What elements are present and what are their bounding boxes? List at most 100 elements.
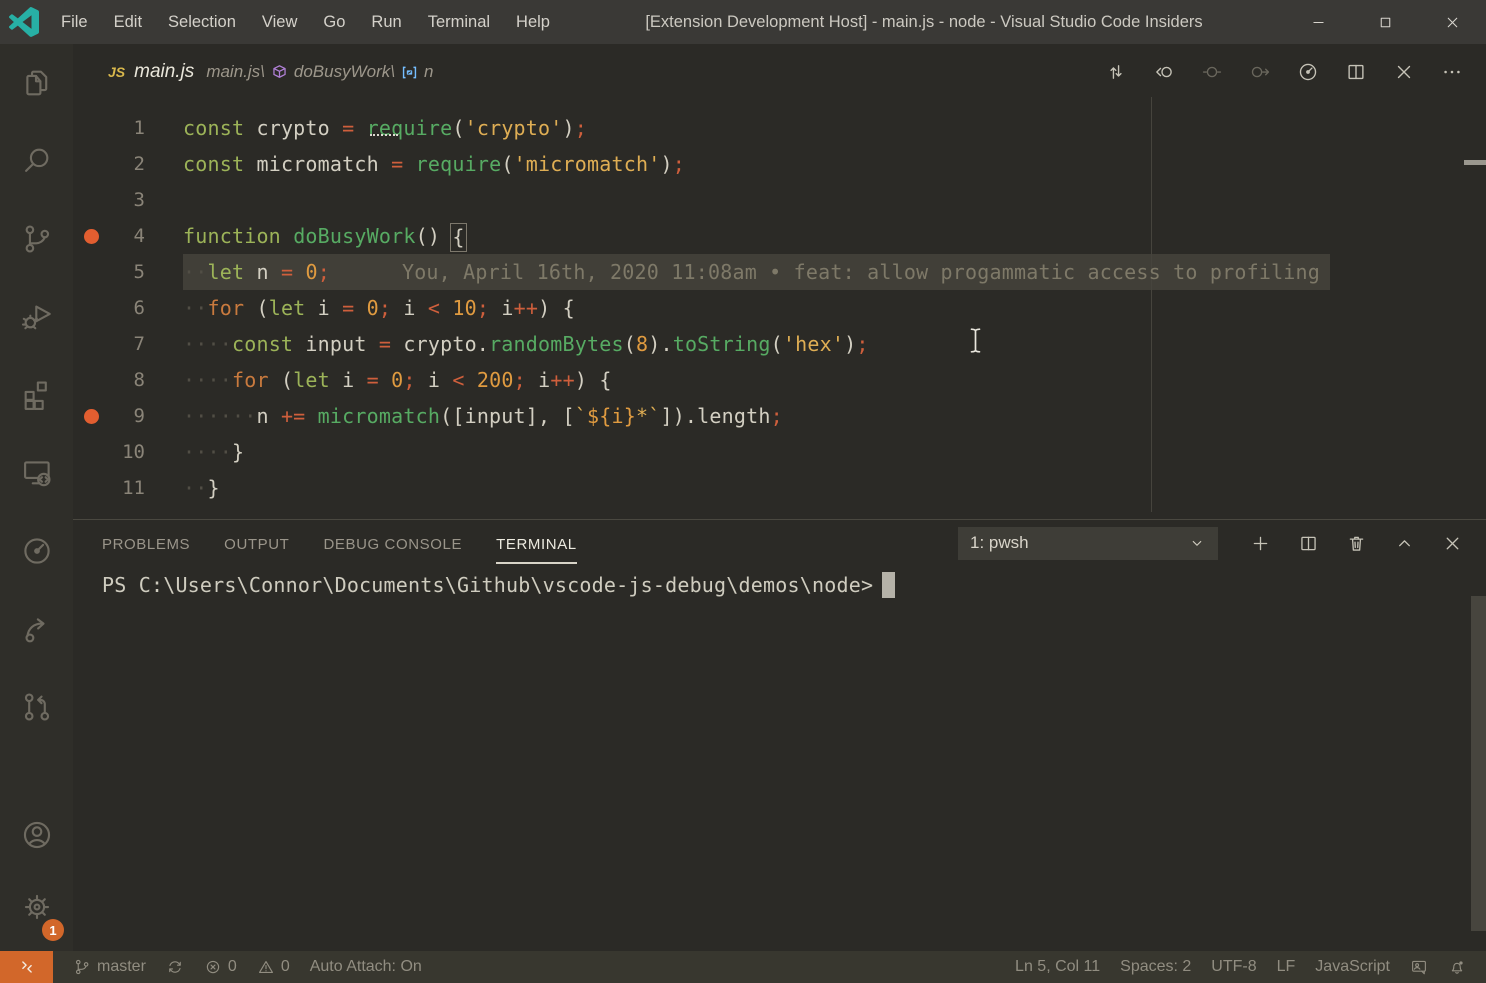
terminal-scrollbar[interactable] bbox=[1471, 596, 1486, 931]
terminal[interactable]: PS C:\Users\Connor\Documents\Github\vsco… bbox=[102, 566, 1486, 599]
explorer-icon bbox=[20, 66, 54, 100]
editor-actions bbox=[1092, 52, 1486, 92]
panel-tab-debug-console[interactable]: DEBUG CONSOLE bbox=[323, 523, 462, 564]
window-close-button[interactable] bbox=[1419, 0, 1486, 44]
chevron-down-icon bbox=[1188, 534, 1206, 552]
status-warning-count[interactable]: 0 bbox=[247, 951, 300, 983]
editor-action-run-profile-icon[interactable] bbox=[1284, 52, 1332, 92]
code-line-6[interactable]: 6··for (let i = 0; i < 10; i++) { bbox=[73, 290, 1486, 326]
activity-accounts-icon[interactable] bbox=[0, 799, 73, 871]
editor-action-more-actions-icon[interactable] bbox=[1428, 52, 1476, 92]
panel-tab-terminal[interactable]: TERMINAL bbox=[496, 523, 577, 564]
activity-extensions-icon[interactable] bbox=[0, 356, 73, 434]
terminal-selector-dropdown[interactable]: 1: pwsh bbox=[958, 527, 1218, 560]
code-line-10[interactable]: 10····} bbox=[73, 434, 1486, 470]
breadcrumb-segment[interactable]: doBusyWork\ bbox=[294, 62, 395, 82]
code-line-7[interactable]: 7····const input = crypto.randomBytes(8)… bbox=[73, 326, 1486, 362]
gutter[interactable]: 8 bbox=[73, 362, 183, 398]
breakpoint-indicator[interactable] bbox=[84, 409, 99, 424]
panel-tab-problems[interactable]: PROBLEMS bbox=[102, 523, 190, 564]
activity-settings-gear-icon[interactable]: 1 bbox=[0, 871, 73, 943]
code-line-11[interactable]: 11··} bbox=[73, 470, 1486, 506]
activity-search-icon[interactable] bbox=[0, 122, 73, 200]
code-line-8[interactable]: 8····for (let i = 0; i < 200; i++) { bbox=[73, 362, 1486, 398]
editor-action-previous-change-icon[interactable] bbox=[1140, 52, 1188, 92]
activity-run-debug-icon[interactable] bbox=[0, 278, 73, 356]
breadcrumb-segment[interactable]: n bbox=[424, 62, 433, 82]
performance-profile-icon bbox=[20, 534, 54, 568]
status-sync-status[interactable] bbox=[156, 951, 194, 983]
maximize-panel-icon bbox=[1394, 533, 1415, 554]
line-number: 7 bbox=[134, 326, 145, 362]
gutter[interactable]: 10 bbox=[73, 434, 183, 470]
menu-selection[interactable]: Selection bbox=[155, 0, 249, 44]
status-indentation[interactable]: Spaces: 2 bbox=[1110, 951, 1201, 983]
status-branch-status[interactable]: master bbox=[63, 951, 156, 983]
editor-action-compare-changes-icon[interactable] bbox=[1092, 52, 1140, 92]
menu-terminal[interactable]: Terminal bbox=[415, 0, 503, 44]
gutter[interactable]: 1 bbox=[73, 110, 183, 146]
gutter[interactable]: 3 bbox=[73, 182, 183, 218]
gutter[interactable]: 9 bbox=[73, 398, 183, 434]
panel-action-split-terminal-icon[interactable] bbox=[1284, 525, 1332, 561]
status-notifications[interactable] bbox=[1438, 951, 1476, 983]
compare-changes-icon bbox=[1105, 61, 1127, 83]
menu-file[interactable]: File bbox=[48, 0, 101, 44]
gutter[interactable]: 4 bbox=[73, 218, 183, 254]
menu-help[interactable]: Help bbox=[503, 0, 563, 44]
panel-action-close-panel-icon[interactable] bbox=[1428, 525, 1476, 561]
panel-tab-output[interactable]: OUTPUT bbox=[224, 523, 289, 564]
pull-requests-icon bbox=[20, 690, 54, 724]
gutter[interactable]: 11 bbox=[73, 470, 183, 506]
editor-action-current-change-icon[interactable] bbox=[1188, 52, 1236, 92]
code-line-1[interactable]: 1const crypto = require('crypto'); bbox=[73, 110, 1486, 146]
menu-edit[interactable]: Edit bbox=[101, 0, 155, 44]
activity-pull-requests-icon[interactable] bbox=[0, 668, 73, 746]
tab-main-js[interactable]: JS main.js bbox=[108, 61, 194, 83]
breadcrumb: main.js\ doBusyWork\ n bbox=[206, 62, 433, 82]
breakpoint-indicator[interactable] bbox=[84, 229, 99, 244]
editor[interactable]: 1const crypto = require('crypto');2const… bbox=[73, 100, 1486, 519]
breadcrumb-segment[interactable]: main.js\ bbox=[206, 62, 265, 82]
activity-source-control-icon[interactable] bbox=[0, 200, 73, 278]
editor-action-split-editor-icon[interactable] bbox=[1332, 52, 1380, 92]
activity-performance-profile-icon[interactable] bbox=[0, 512, 73, 590]
status-encoding[interactable]: UTF-8 bbox=[1201, 951, 1266, 983]
status-auto-attach[interactable]: Auto Attach: On bbox=[300, 951, 432, 983]
window-minimize-button[interactable] bbox=[1285, 0, 1352, 44]
gutter[interactable]: 6 bbox=[73, 290, 183, 326]
panel-tabs: PROBLEMS OUTPUT DEBUG CONSOLE TERMINAL bbox=[102, 523, 577, 564]
gutter[interactable]: 7 bbox=[73, 326, 183, 362]
code-line-9[interactable]: 9······n += micromatch([input], [`${i}*`… bbox=[73, 398, 1486, 434]
menu-view[interactable]: View bbox=[249, 0, 310, 44]
minimize-icon bbox=[1310, 14, 1327, 31]
gutter[interactable]: 5 bbox=[73, 254, 183, 290]
code-line-3[interactable]: 3 bbox=[73, 182, 1486, 218]
activity-live-share-icon[interactable] bbox=[0, 590, 73, 668]
code-line-4[interactable]: 4function doBusyWork() { bbox=[73, 218, 1486, 254]
menu-go[interactable]: Go bbox=[310, 0, 358, 44]
panel-action-maximize-panel-icon[interactable] bbox=[1380, 525, 1428, 561]
panel-action-kill-terminal-icon[interactable] bbox=[1332, 525, 1380, 561]
editor-action-next-change-icon[interactable] bbox=[1236, 52, 1284, 92]
window-maximize-button[interactable] bbox=[1352, 0, 1419, 44]
status-feedback[interactable] bbox=[1400, 951, 1438, 983]
code-text: ··for (let i = 0; i < 10; i++) { bbox=[183, 290, 575, 326]
activity-remote-explorer-icon[interactable] bbox=[0, 434, 73, 512]
tab-label: main.js bbox=[134, 61, 194, 83]
code-line-5[interactable]: 5··let n = 0;You, April 16th, 2020 11:08… bbox=[73, 254, 1486, 290]
status-error-count[interactable]: 0 bbox=[194, 951, 247, 983]
activity-explorer-icon[interactable] bbox=[0, 44, 73, 122]
editor-action-close-icon[interactable] bbox=[1380, 52, 1428, 92]
status-language-mode[interactable]: JavaScript bbox=[1305, 951, 1400, 983]
panel-actions: 1: pwsh bbox=[958, 525, 1486, 561]
source-control-icon bbox=[20, 222, 54, 256]
gutter[interactable]: 2 bbox=[73, 146, 183, 182]
bell-icon bbox=[1448, 958, 1466, 976]
code-line-2[interactable]: 2const micromatch = require('micromatch'… bbox=[73, 146, 1486, 182]
status-eol[interactable]: LF bbox=[1267, 951, 1306, 983]
remote-indicator[interactable] bbox=[0, 951, 53, 983]
menu-run[interactable]: Run bbox=[358, 0, 414, 44]
status-cursor-position[interactable]: Ln 5, Col 11 bbox=[1005, 951, 1110, 983]
panel-action-new-terminal-icon[interactable] bbox=[1236, 525, 1284, 561]
